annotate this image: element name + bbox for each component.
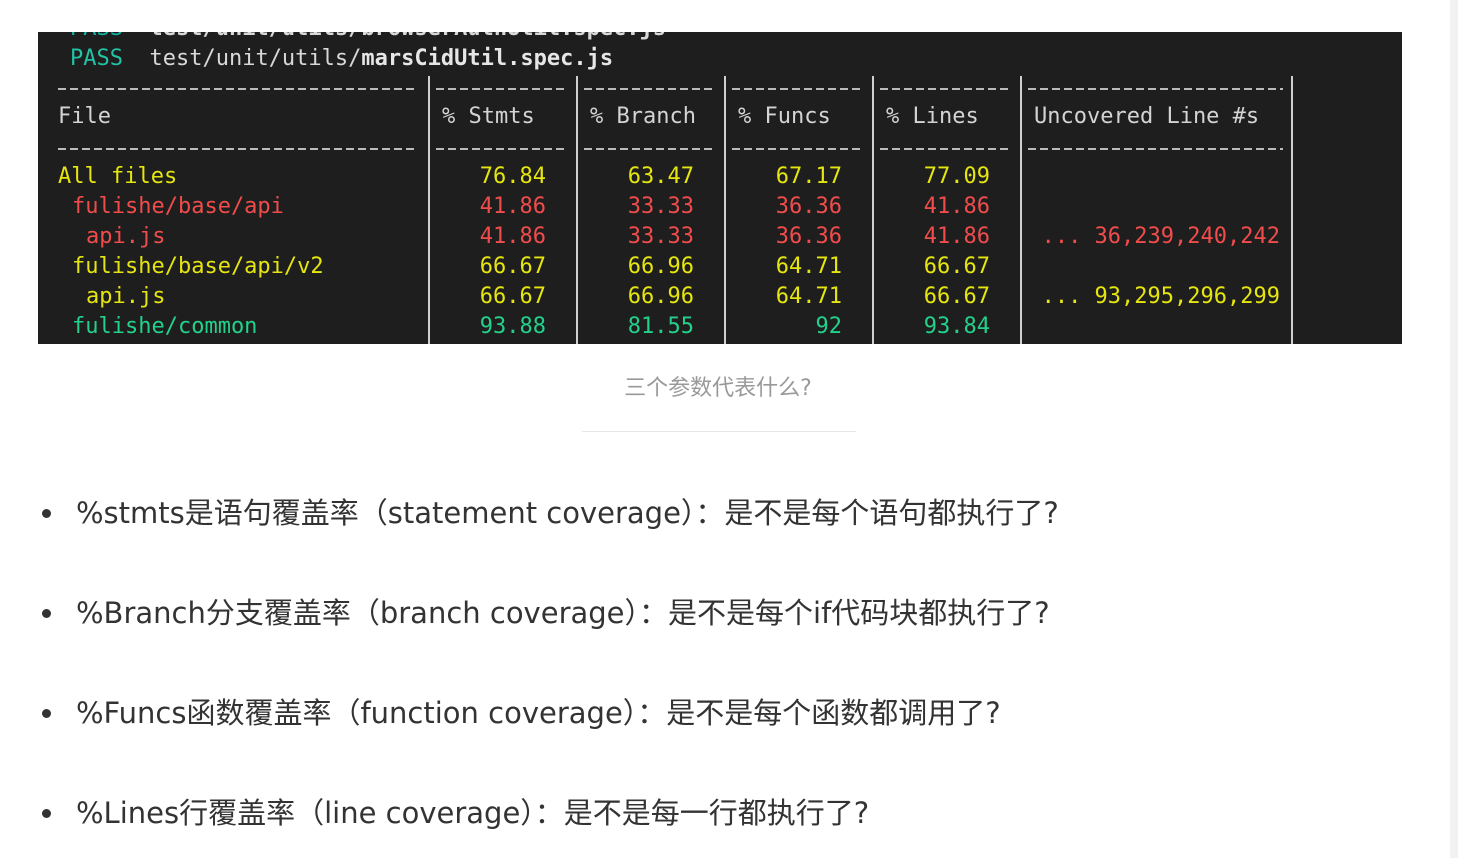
page: PASS test/unit/utils/browserAuthUtil.spe… — [0, 0, 1458, 858]
terminal-clipped-line: PASS test/unit/utils/browserAuthUtil.spe… — [70, 32, 666, 44]
table-cell-uncovered: ... 93,295,296,299 — [1041, 284, 1280, 309]
terminal-pass-line: PASS test/unit/utils/marsCidUtil.spec.js — [70, 44, 613, 74]
list-item-text: %Lines行覆盖率（line coverage）：是不是每一行都执行了? — [76, 796, 870, 830]
pass-label: PASS — [70, 46, 123, 71]
table-header-rule — [58, 148, 418, 150]
table-cell-stmts: 41.86 — [479, 194, 546, 219]
table-cell-stmts: 41.86 — [479, 224, 546, 249]
list-item-text: %stmts是语句覆盖率（statement coverage）：是不是每个语句… — [76, 496, 1059, 530]
table-cell-file: fulishe/base/api/v2 — [72, 254, 324, 279]
table-cell-branch: 66.96 — [627, 284, 694, 309]
table-header-rule — [1028, 148, 1283, 150]
table-cell-funcs: 36.36 — [775, 194, 842, 219]
column-header: % Stmts — [442, 104, 535, 129]
table-cell-stmts: 66.67 — [479, 284, 546, 309]
bullet-dot-icon — [42, 509, 51, 518]
table-cell-funcs: 64.71 — [775, 254, 842, 279]
bullet-dot-icon — [42, 709, 51, 718]
column-separator — [1291, 76, 1293, 344]
table-cell-funcs: 64.71 — [775, 284, 842, 309]
table-cell-funcs: 36.36 — [775, 224, 842, 249]
table-top-rule — [732, 88, 864, 90]
table-cell-branch: 81.55 — [627, 314, 694, 339]
column-header: % Funcs — [738, 104, 831, 129]
table-cell-lines: 77.09 — [923, 164, 990, 189]
spec-path: test/unit/utils/browserAuthUtil.spec.js — [149, 32, 666, 41]
table-top-rule — [436, 88, 568, 90]
table-cell-branch: 33.33 — [627, 194, 694, 219]
column-header: File — [58, 104, 111, 129]
table-cell-lines: 41.86 — [923, 194, 990, 219]
table-top-rule — [880, 88, 1012, 90]
table-cell-branch: 33.33 — [627, 224, 694, 249]
table-top-rule — [1028, 88, 1283, 90]
spec-path: test/unit/utils/ — [149, 46, 362, 71]
table-cell-funcs: 92 — [815, 314, 843, 339]
table-header-rule — [584, 148, 716, 150]
caption-divider — [582, 431, 856, 432]
image-caption: 三个参数代表什么? — [624, 376, 812, 401]
table-cell-stmts: 76.84 — [479, 164, 546, 189]
list-item-text: %Funcs函数覆盖率（function coverage）：是不是每个函数都调… — [76, 696, 1001, 730]
table-top-rule — [58, 88, 418, 90]
table-cell-uncovered: ... 36,239,240,242 — [1041, 224, 1280, 249]
table-cell-lines: 66.67 — [923, 254, 990, 279]
table-cell-stmts: 66.67 — [479, 254, 546, 279]
table-cell-funcs: 67.17 — [775, 164, 842, 189]
column-header: % Branch — [590, 104, 696, 129]
table-cell-branch: 63.47 — [627, 164, 694, 189]
table-cell-file: All files — [58, 164, 178, 189]
spec-file: marsCidUtil.spec.js — [361, 46, 614, 71]
table-cell-file: api.js — [86, 224, 166, 249]
column-header: Uncovered Line #s — [1034, 104, 1260, 129]
bullet-dot-icon — [42, 609, 51, 618]
table-top-rule — [584, 88, 716, 90]
table-cell-file: fulishe/base/api — [72, 194, 284, 219]
table-header-rule — [436, 148, 568, 150]
table-cell-file: fulishe/common — [72, 314, 258, 339]
bullet-dot-icon — [42, 809, 51, 818]
coverage-terminal-screenshot: PASS test/unit/utils/browserAuthUtil.spe… — [38, 32, 1402, 344]
column-separator — [1020, 76, 1022, 344]
pass-label: PASS — [70, 32, 123, 41]
table-cell-lines: 66.67 — [923, 284, 990, 309]
table-cell-file: api.js — [86, 284, 166, 309]
table-cell-stmts: 93.88 — [479, 314, 546, 339]
table-cell-lines: 93.84 — [923, 314, 990, 339]
table-cell-branch: 66.96 — [627, 254, 694, 279]
page-scrollbar[interactable] — [1450, 0, 1458, 858]
table-header-rule — [880, 148, 1012, 150]
table-cell-lines: 41.86 — [923, 224, 990, 249]
list-item-text: %Branch分支覆盖率（branch coverage）：是不是每个if代码块… — [76, 596, 1050, 630]
column-header: % Lines — [886, 104, 979, 129]
table-header-rule — [732, 148, 864, 150]
